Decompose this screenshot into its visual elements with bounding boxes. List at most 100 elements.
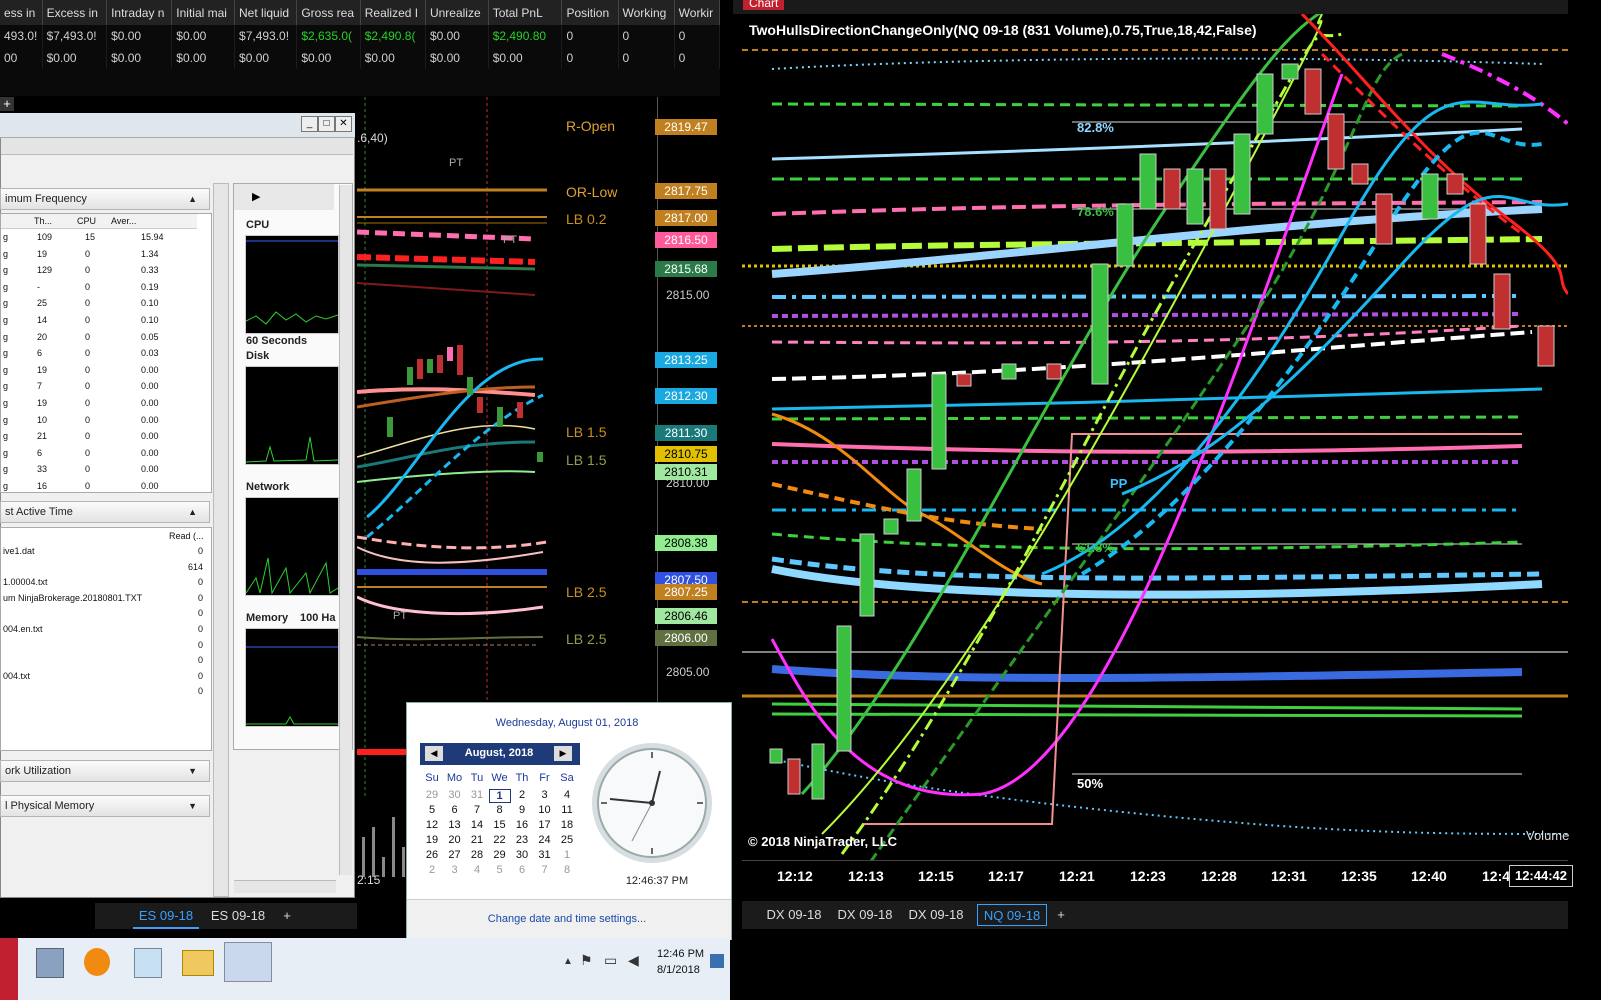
minimize-button[interactable]: _	[301, 116, 318, 132]
calendar-day[interactable]: 16	[511, 819, 533, 831]
process-row[interactable]: g 10 0 0.00	[1, 415, 197, 429]
calendar-day[interactable]: 18	[556, 819, 578, 831]
calendar-day[interactable]: 1	[556, 849, 578, 861]
calendar-day[interactable]: 19	[421, 834, 443, 846]
ninjatrader-app-icon[interactable]	[224, 942, 272, 982]
taskbar-date[interactable]: 8/1/2018	[657, 964, 700, 976]
account-column-header[interactable]: Excess in	[42, 0, 108, 25]
calendar-day[interactable]: 23	[511, 834, 533, 846]
process-row[interactable]: g 25 0 0.10	[1, 298, 197, 312]
maximize-button[interactable]: □	[318, 116, 335, 132]
calendar-day[interactable]: 31	[534, 849, 556, 861]
process-row[interactable]: g 19 0 0.00	[1, 365, 197, 379]
process-row[interactable]: g 7 0 0.00	[1, 381, 197, 395]
cpu-section-header[interactable]: imum Frequency ▲	[0, 188, 210, 210]
account-column-header[interactable]: Initial mai	[171, 0, 236, 25]
vertical-scrollbar[interactable]	[339, 185, 352, 875]
graph-pane-header[interactable]: ▶	[234, 184, 334, 210]
calendar-day[interactable]: 25	[556, 834, 578, 846]
calendar-day[interactable]: 13	[444, 819, 466, 831]
process-row[interactable]: g 33 0 0.00	[1, 464, 197, 478]
calendar-day[interactable]: 11	[556, 804, 578, 816]
collapse-icon[interactable]: ▲	[188, 189, 197, 209]
calendar-day[interactable]: 29	[489, 849, 511, 861]
tab-dx-09-18-3[interactable]: DX 09-18	[904, 904, 968, 926]
file-row[interactable]: 004.en.txt 0	[1, 624, 207, 638]
file-row[interactable]: 0	[1, 686, 207, 700]
process-row[interactable]: g 19 0 0.00	[1, 398, 197, 412]
file-row[interactable]: um NinjaBrokerage.20180801.TXT 0	[1, 593, 207, 607]
disk-file-table[interactable]: Read (... ive1.dat 0 614 1.00004.txt 0 um Nin…	[0, 527, 212, 751]
account-column-header[interactable]: Net liquid	[234, 0, 298, 25]
account-row[interactable]: 00 $0.00 $0.00 $0.00 $0.00 $0.00 $0.00 $0.00 $0.…	[0, 47, 721, 69]
account-column-header[interactable]: Unrealize	[425, 0, 489, 25]
calendar-day[interactable]: 30	[444, 789, 466, 801]
calendar-day[interactable]: 15	[489, 819, 511, 831]
disk-section-header[interactable]: st Active Time ▲	[0, 501, 210, 523]
memory-section-header[interactable]: l Physical Memory ▼	[0, 795, 210, 817]
col-average[interactable]: Aver...	[111, 216, 136, 226]
calendar-day[interactable]: 30	[511, 849, 533, 861]
process-table[interactable]: Th... CPU Aver... g 109 15 15.94 g 19 0 1.34 g 12…	[0, 213, 212, 493]
calendar-day[interactable]: 7	[466, 804, 488, 816]
file-row[interactable]: 0	[1, 655, 207, 669]
network-tray-icon[interactable]: ▭	[604, 952, 617, 969]
calendar-day[interactable]: 1	[488, 789, 511, 803]
file-row[interactable]: 0	[1, 640, 207, 654]
notepad-icon[interactable]	[134, 948, 162, 978]
resource-monitor-titlebar[interactable]: _ □ ✕	[0, 113, 355, 138]
calendar-day[interactable]: 22	[489, 834, 511, 846]
account-column-header[interactable]: Intraday n	[106, 0, 173, 25]
add-tab-button[interactable]: +	[1052, 904, 1070, 926]
process-row[interactable]: g 16 0 0.00	[1, 481, 197, 495]
expand-icon[interactable]: ▼	[188, 761, 197, 781]
network-section-header[interactable]: ork Utilization ▼	[0, 760, 210, 782]
chart-menu[interactable]: Chart	[743, 0, 785, 10]
calendar-day[interactable]: 31	[466, 789, 488, 801]
calendar-day[interactable]: 14	[466, 819, 488, 831]
horizontal-scrollbar[interactable]	[234, 880, 336, 893]
tab-es-09-18[interactable]: ES 09-18	[205, 905, 271, 927]
tab-dx-09-18-2[interactable]: DX 09-18	[833, 904, 897, 926]
calendar-day[interactable]: 4	[466, 864, 488, 876]
account-column-header[interactable]: Total PnL	[488, 0, 563, 25]
add-tab-button[interactable]: +	[278, 905, 296, 927]
calendar-day[interactable]: 12	[421, 819, 443, 831]
account-column-header[interactable]: Working	[618, 0, 675, 25]
process-row[interactable]: g 129 0 0.33	[1, 265, 197, 279]
calendar-day[interactable]: 9	[511, 804, 533, 816]
calendar-day[interactable]: 3	[444, 864, 466, 876]
tab-es-09-18-active[interactable]: ES 09-18	[133, 905, 199, 929]
process-row[interactable]: g 19 0 1.34	[1, 249, 197, 263]
calendar-day[interactable]: 2	[421, 864, 443, 876]
account-column-header[interactable]: Realized I	[360, 0, 426, 25]
left-vertical-scrollbar[interactable]	[213, 183, 229, 897]
calendar-day[interactable]: 7	[534, 864, 556, 876]
col-cpu[interactable]: CPU	[77, 216, 96, 226]
calendar-day[interactable]: 4	[556, 789, 578, 801]
process-row[interactable]: g 21 0 0.00	[1, 431, 197, 445]
process-row[interactable]: g 20 0 0.05	[1, 332, 197, 346]
tab-nq-09-18-active[interactable]: NQ 09-18	[977, 904, 1047, 926]
col-threads[interactable]: Th...	[34, 216, 52, 226]
tab-dx-09-18-1[interactable]: DX 09-18	[762, 904, 826, 926]
calendar-day[interactable]: 3	[534, 789, 556, 801]
process-row[interactable]: g 6 0 0.03	[1, 348, 197, 362]
account-column-header[interactable]: Position	[561, 0, 619, 25]
calendar-day[interactable]: 5	[489, 864, 511, 876]
close-button[interactable]: ✕	[335, 116, 352, 132]
calendar-day[interactable]: 8	[556, 864, 578, 876]
calendar-day[interactable]: 20	[444, 834, 466, 846]
expand-icon[interactable]: ▼	[188, 796, 197, 816]
calendar-day[interactable]: 6	[444, 804, 466, 816]
calendar-date-line[interactable]: Wednesday, August 01, 2018	[407, 717, 727, 729]
volume-tray-icon[interactable]: ◀	[628, 952, 639, 969]
nq-chart-panel[interactable]: TwoHullsDirectionChangeOnly(NQ 09-18 (83…	[742, 14, 1569, 890]
calendar-day[interactable]: 10	[534, 804, 556, 816]
file-row[interactable]: 0	[1, 608, 207, 622]
action-center-flag-icon[interactable]: ⚑	[580, 952, 593, 969]
tray-up-icon[interactable]: ▲	[563, 956, 573, 967]
calendar-day[interactable]: 6	[511, 864, 533, 876]
calendar-day[interactable]: 29	[421, 789, 443, 801]
media-player-icon[interactable]	[84, 948, 110, 976]
